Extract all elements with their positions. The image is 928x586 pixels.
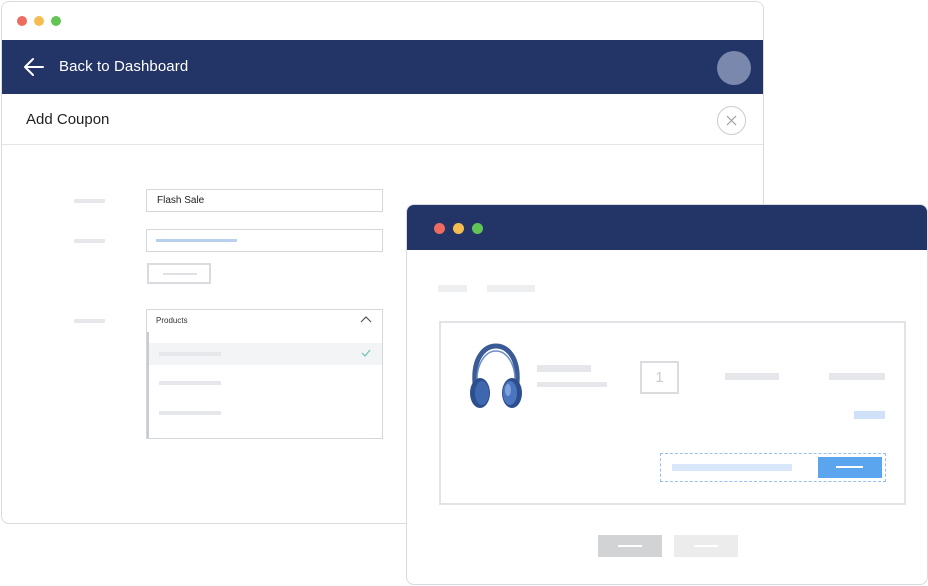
generate-code-button[interactable] xyxy=(147,263,211,284)
quantity-field[interactable]: 1 xyxy=(640,361,679,394)
dropdown-options xyxy=(147,332,382,438)
product-name-placeholder xyxy=(537,365,591,372)
button-label-placeholder xyxy=(618,545,642,547)
window-close-dot[interactable] xyxy=(434,223,445,234)
window-maximize-dot[interactable] xyxy=(472,223,483,234)
button-label-placeholder xyxy=(163,273,197,275)
button-label-placeholder xyxy=(694,545,718,547)
arrow-left-icon[interactable] xyxy=(22,55,46,79)
dropdown-option[interactable] xyxy=(149,372,382,394)
coupon-code-input[interactable] xyxy=(146,229,383,252)
coupon-name-value: Flash Sale xyxy=(157,195,205,206)
window-close-dot[interactable] xyxy=(17,16,27,26)
option-label-placeholder xyxy=(159,352,221,356)
coupon-code-label xyxy=(74,239,105,243)
applies-to-label xyxy=(74,319,105,323)
product-variant-placeholder xyxy=(537,382,607,387)
discount-tag-placeholder xyxy=(854,411,885,419)
window-maximize-dot[interactable] xyxy=(51,16,61,26)
cart-window: 1 xyxy=(406,204,928,585)
close-button[interactable] xyxy=(717,106,746,135)
page-header: Add Coupon xyxy=(2,94,763,145)
coupon-entry xyxy=(660,453,886,482)
chevron-up-icon[interactable] xyxy=(360,315,372,323)
page-title: Add Coupon xyxy=(26,111,110,128)
coupon-code-value-placeholder xyxy=(156,239,237,242)
cart-item-card: 1 xyxy=(439,321,906,505)
screen: Back to Dashboard Add Coupon Flash Sale … xyxy=(0,0,928,586)
headphones-image xyxy=(470,343,522,408)
option-label-placeholder xyxy=(159,411,221,415)
dropdown-option[interactable] xyxy=(149,343,382,365)
dropdown-option[interactable] xyxy=(149,402,382,424)
total-price-placeholder xyxy=(829,373,885,380)
continue-shopping-button[interactable] xyxy=(674,535,738,557)
button-label-placeholder xyxy=(836,466,863,468)
close-icon xyxy=(726,115,737,126)
coupon-code-input[interactable] xyxy=(672,464,792,471)
option-label-placeholder xyxy=(159,381,221,385)
window-titlebar xyxy=(2,2,763,40)
coupon-name-label xyxy=(74,199,105,203)
apply-coupon-button[interactable] xyxy=(818,457,882,478)
coupon-name-input[interactable]: Flash Sale xyxy=(146,189,383,212)
check-icon xyxy=(361,349,371,357)
unit-price-placeholder xyxy=(725,373,779,380)
avatar[interactable] xyxy=(717,51,751,85)
app-header: Back to Dashboard xyxy=(2,40,763,94)
breadcrumb-item-placeholder[interactable] xyxy=(438,285,467,292)
window-minimize-dot[interactable] xyxy=(453,223,464,234)
dropdown-selected-label: Products xyxy=(156,316,188,325)
applies-to-dropdown[interactable]: Products xyxy=(146,309,383,439)
breadcrumb-item-placeholder[interactable] xyxy=(487,285,535,292)
window-titlebar xyxy=(407,205,927,250)
checkout-button[interactable] xyxy=(598,535,662,557)
back-to-dashboard-link[interactable]: Back to Dashboard xyxy=(59,58,188,75)
window-minimize-dot[interactable] xyxy=(34,16,44,26)
